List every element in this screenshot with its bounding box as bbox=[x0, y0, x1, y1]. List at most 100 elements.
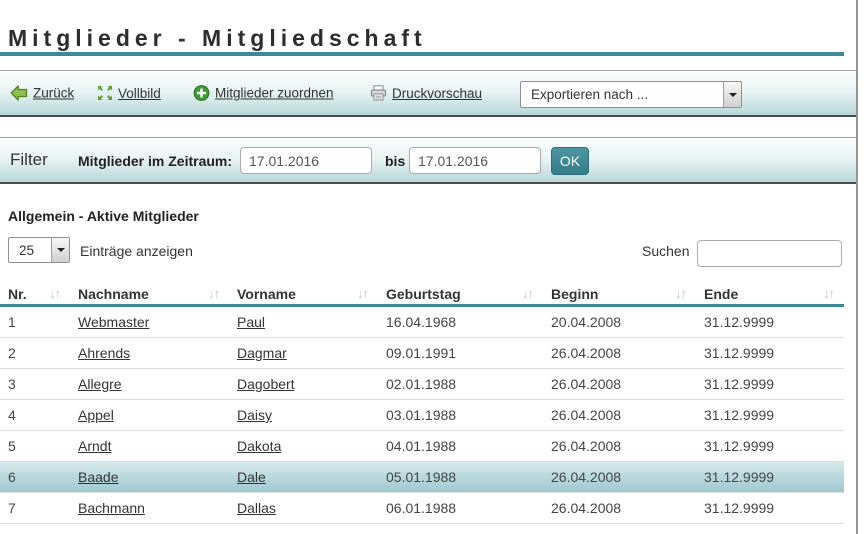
nachname-link[interactable]: Allegre bbox=[78, 376, 122, 392]
cell-ende: 31.12.9999 bbox=[704, 314, 775, 330]
cell-ende: 31.12.9999 bbox=[704, 407, 775, 423]
nachname-link[interactable]: Ahrends bbox=[78, 345, 130, 361]
cell-nr: 5 bbox=[8, 438, 16, 454]
dropdown-arrow-icon[interactable] bbox=[723, 82, 741, 107]
table-row[interactable]: 6 Baade Dale 05.01.1988 26.04.2008 31.12.9999 bbox=[0, 462, 844, 493]
page-title: Mitglieder - Mitgliedschaft bbox=[8, 25, 427, 51]
column-label: Vorname bbox=[237, 285, 296, 302]
assign-members-button[interactable]: Mitglieder zuordnen bbox=[193, 85, 334, 102]
table-row[interactable]: 2 Ahrends Dagmar 09.01.1991 26.04.2008 31.12.… bbox=[0, 338, 844, 369]
date-to-input[interactable] bbox=[409, 147, 541, 174]
nachname-link[interactable]: Webmaster bbox=[78, 314, 149, 330]
page-size-value: 25 bbox=[19, 242, 35, 258]
cell-nr: 2 bbox=[8, 345, 16, 361]
cell-beginn: 20.04.2008 bbox=[551, 314, 622, 330]
table-row[interactable]: 4 Appel Daisy 03.01.1988 26.04.2008 31.12.999… bbox=[0, 400, 844, 431]
filter-bar: Filter Mitglieder im Zeitraum: bis OK bbox=[0, 137, 857, 184]
search-input[interactable] bbox=[697, 240, 842, 267]
export-select-value: Exportieren nach ... bbox=[531, 87, 649, 102]
cell-beginn: 26.04.2008 bbox=[551, 345, 622, 361]
fullscreen-icon bbox=[97, 85, 113, 101]
cell-vorname: Dagobert bbox=[229, 376, 378, 392]
column-header-nachname[interactable]: Nachname ↓↑ bbox=[70, 283, 229, 304]
table-body: 1 Webmaster Paul 16.04.1968 20.04.2008 31.12.… bbox=[0, 307, 844, 524]
sort-icon[interactable]: ↓↑ bbox=[522, 287, 534, 300]
column-label: Ende bbox=[704, 285, 739, 302]
cell-ende: 31.12.9999 bbox=[704, 345, 775, 361]
vorname-link[interactable]: Paul bbox=[237, 314, 265, 330]
search-label: Suchen bbox=[642, 243, 690, 259]
vorname-link[interactable]: Dakota bbox=[237, 438, 281, 454]
sort-icon[interactable]: ↓↑ bbox=[49, 287, 61, 300]
plus-circle-icon bbox=[193, 85, 210, 102]
cell-beginn: 26.04.2008 bbox=[551, 407, 622, 423]
table-row[interactable]: 3 Allegre Dagobert 02.01.1988 26.04.2008 31.1… bbox=[0, 369, 844, 400]
cell-ende: 31.12.9999 bbox=[704, 438, 775, 454]
cell-vorname: Dale bbox=[229, 469, 378, 485]
date-from-input[interactable] bbox=[240, 147, 372, 174]
cell-nachname: Allegre bbox=[70, 376, 229, 392]
nachname-link[interactable]: Bachmann bbox=[78, 500, 145, 516]
dropdown-arrow-icon[interactable] bbox=[51, 238, 69, 262]
column-header-beginn[interactable]: Beginn ↓↑ bbox=[543, 283, 696, 304]
cell-nr: 7 bbox=[8, 500, 16, 516]
entries-label: Einträge anzeigen bbox=[80, 243, 193, 259]
nachname-link[interactable]: Appel bbox=[78, 407, 114, 423]
table-row[interactable]: 5 Arndt Dakota 04.01.1988 26.04.2008 31.12.99… bbox=[0, 431, 844, 462]
export-select[interactable]: Exportieren nach ... bbox=[520, 81, 742, 108]
vorname-link[interactable]: Daisy bbox=[237, 407, 272, 423]
table-header: Nr. ↓↑ Nachname ↓↑ Vorname ↓↑ Geburtstag… bbox=[0, 283, 844, 307]
nachname-link[interactable]: Arndt bbox=[78, 438, 111, 454]
sort-icon[interactable]: ↓↑ bbox=[823, 287, 835, 300]
cell-geburtstag: 09.01.1991 bbox=[386, 345, 457, 361]
cell-geburtstag: 04.01.1988 bbox=[386, 438, 457, 454]
cell-vorname: Dallas bbox=[229, 500, 378, 516]
column-header-ende[interactable]: Ende ↓↑ bbox=[696, 283, 844, 304]
column-label: Nachname bbox=[78, 285, 149, 302]
table-row[interactable]: 7 Bachmann Dallas 06.01.1988 26.04.2008 31.12… bbox=[0, 493, 844, 524]
print-preview-button[interactable]: Druckvorschau bbox=[370, 85, 482, 101]
sort-icon[interactable]: ↓↑ bbox=[675, 287, 687, 300]
cell-nachname: Appel bbox=[70, 407, 229, 423]
cell-nr: 3 bbox=[8, 376, 16, 392]
cell-nachname: Webmaster bbox=[70, 314, 229, 330]
page-right-border bbox=[856, 0, 858, 534]
column-header-geburtstag[interactable]: Geburtstag ↓↑ bbox=[378, 283, 543, 304]
table-row[interactable]: 1 Webmaster Paul 16.04.1968 20.04.2008 31.12.… bbox=[0, 307, 844, 338]
cell-geburtstag: 16.04.1968 bbox=[386, 314, 457, 330]
page-size-select[interactable]: 25 bbox=[8, 237, 70, 263]
column-header-nr[interactable]: Nr. ↓↑ bbox=[0, 283, 70, 304]
nachname-link[interactable]: Baade bbox=[78, 469, 118, 485]
page: Mitglieder - Mitgliedschaft Zurück Vollb… bbox=[0, 0, 867, 534]
back-arrow-icon bbox=[10, 85, 28, 102]
sort-icon[interactable]: ↓↑ bbox=[208, 287, 220, 300]
period-label: Mitglieder im Zeitraum: bbox=[78, 153, 233, 169]
cell-vorname: Dagmar bbox=[229, 345, 378, 361]
fullscreen-label: Vollbild bbox=[118, 85, 161, 101]
cell-nr: 1 bbox=[8, 314, 16, 330]
vorname-link[interactable]: Dale bbox=[237, 469, 266, 485]
column-header-vorname[interactable]: Vorname ↓↑ bbox=[229, 283, 378, 304]
cell-geburtstag: 06.01.1988 bbox=[386, 500, 457, 516]
ok-button[interactable]: OK bbox=[551, 147, 589, 175]
back-button[interactable]: Zurück bbox=[10, 85, 74, 102]
cell-ende: 31.12.9999 bbox=[704, 376, 775, 392]
filter-title: Filter bbox=[10, 150, 48, 169]
assign-members-label: Mitglieder zuordnen bbox=[215, 85, 334, 101]
cell-geburtstag: 03.01.1988 bbox=[386, 407, 457, 423]
vorname-link[interactable]: Dagobert bbox=[237, 376, 295, 392]
toolbar: Zurück Vollbild Mitglieder zuordnen Druc… bbox=[0, 70, 857, 117]
column-label: Geburtstag bbox=[386, 285, 461, 302]
fullscreen-button[interactable]: Vollbild bbox=[97, 85, 161, 101]
printer-icon bbox=[370, 85, 387, 101]
column-label: Beginn bbox=[551, 285, 599, 302]
between-label: bis bbox=[385, 153, 406, 169]
cell-ende: 31.12.9999 bbox=[704, 469, 775, 485]
vorname-link[interactable]: Dallas bbox=[237, 500, 276, 516]
title-underline bbox=[0, 52, 844, 56]
cell-nachname: Arndt bbox=[70, 438, 229, 454]
sort-icon[interactable]: ↓↑ bbox=[357, 287, 369, 300]
cell-geburtstag: 02.01.1988 bbox=[386, 376, 457, 392]
cell-beginn: 26.04.2008 bbox=[551, 469, 622, 485]
vorname-link[interactable]: Dagmar bbox=[237, 345, 287, 361]
